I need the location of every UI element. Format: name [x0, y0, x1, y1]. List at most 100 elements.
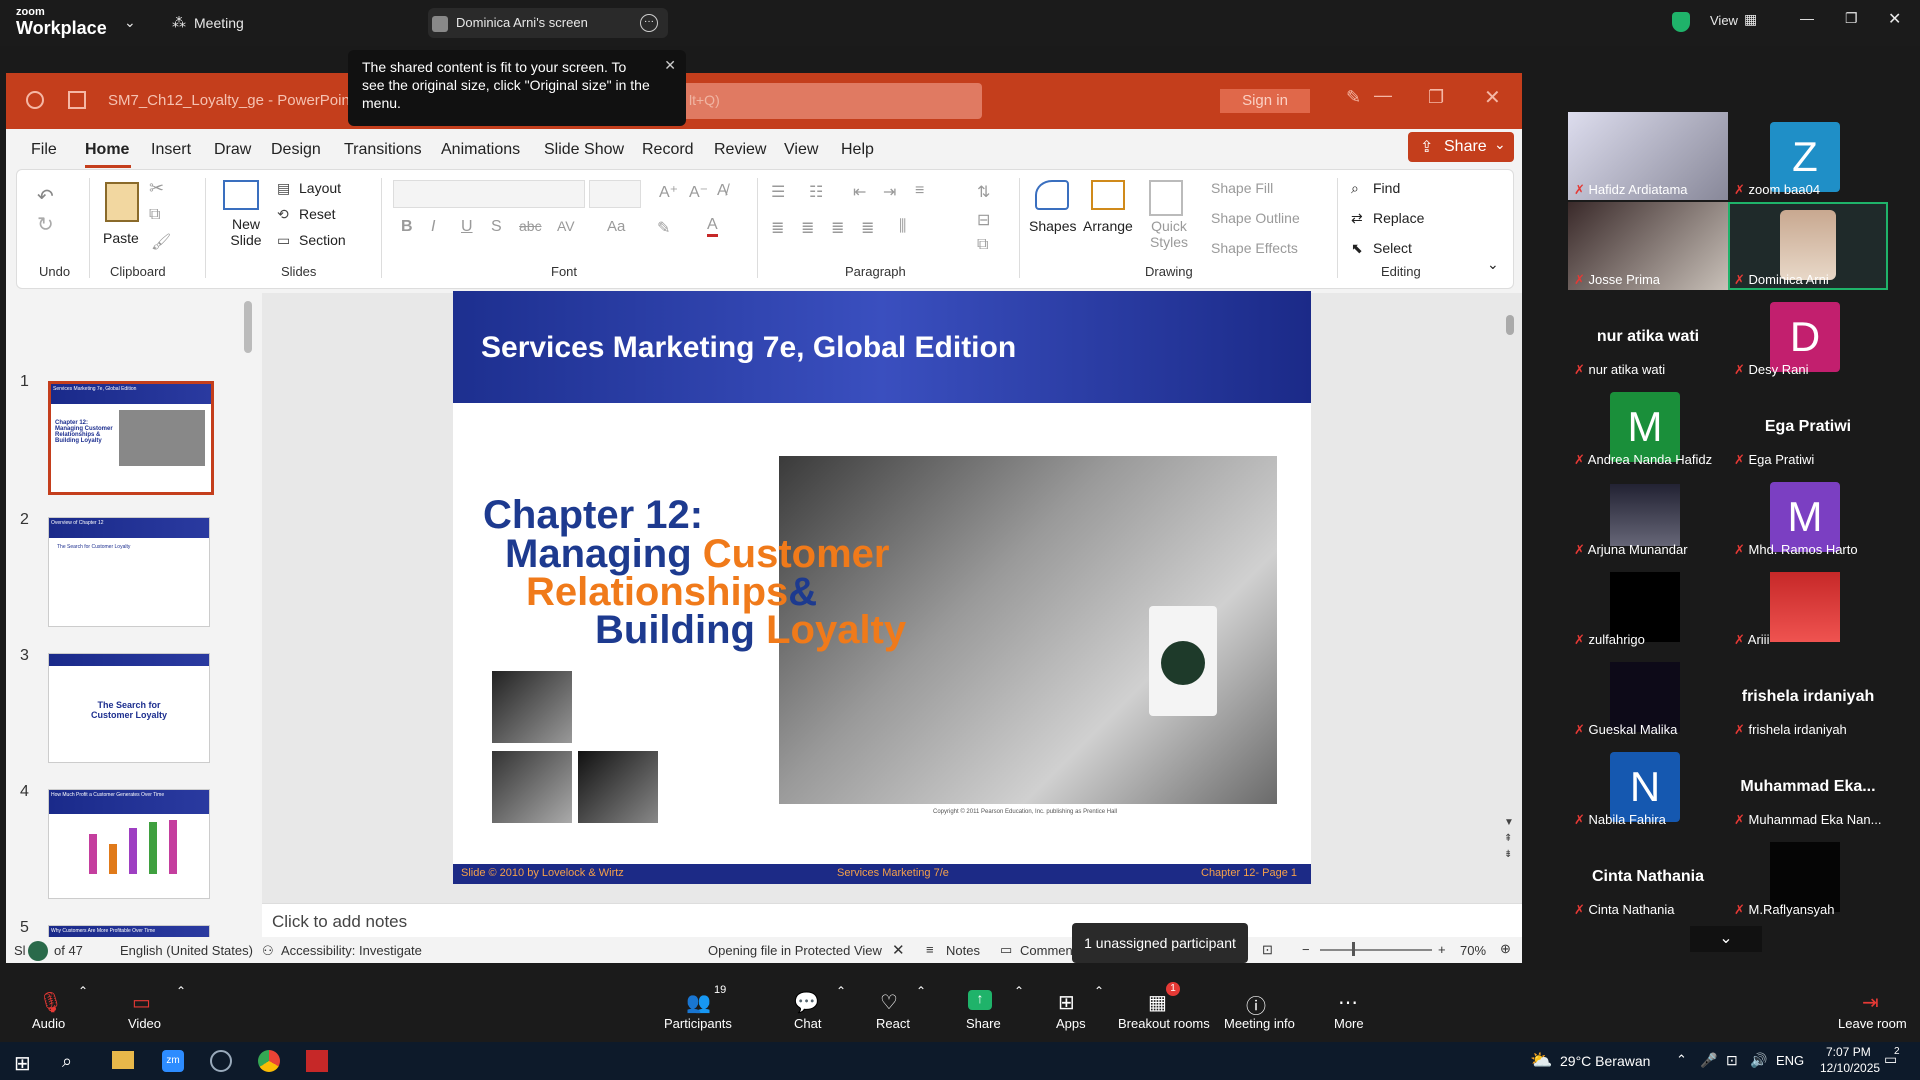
- format-painter-icon[interactable]: 🖌: [151, 232, 171, 252]
- tab-help[interactable]: Help: [841, 141, 874, 159]
- italic-icon[interactable]: I: [431, 218, 435, 236]
- zoom-slider-thumb[interactable]: [1352, 942, 1355, 956]
- clock-date[interactable]: 12/10/2025: [1820, 1061, 1880, 1075]
- reset-button[interactable]: Reset: [299, 206, 336, 222]
- maximize-icon[interactable]: ❐: [1845, 10, 1858, 27]
- tray-chevron-icon[interactable]: ⌃: [1676, 1052, 1687, 1068]
- audio-button[interactable]: Audio: [32, 1016, 65, 1031]
- tab-transitions[interactable]: Transitions: [344, 141, 422, 159]
- app-icon[interactable]: [210, 1050, 232, 1072]
- fit-slide-icon[interactable]: ⊕: [1500, 941, 1511, 957]
- bold-icon[interactable]: B: [401, 218, 413, 236]
- video-off-icon[interactable]: ▭: [132, 990, 151, 1015]
- breakout-rooms-icon[interactable]: ▦: [1148, 990, 1167, 1015]
- change-case-icon[interactable]: Aa: [607, 218, 625, 235]
- tab-insert[interactable]: Insert: [151, 141, 191, 159]
- restore-icon[interactable]: ❐: [1428, 87, 1444, 108]
- chrome-icon[interactable]: [258, 1050, 280, 1072]
- layout-button[interactable]: Layout: [299, 180, 341, 196]
- zoom-app-icon[interactable]: zm: [162, 1050, 184, 1072]
- shape-fill-button[interactable]: Shape Fill: [1211, 180, 1273, 196]
- tab-file[interactable]: File: [31, 141, 57, 159]
- text-direction-icon[interactable]: ⇅: [977, 182, 990, 202]
- new-slide-button[interactable]: New Slide: [221, 216, 271, 248]
- tab-review[interactable]: Review: [714, 141, 766, 159]
- char-spacing-icon[interactable]: AV: [557, 218, 575, 234]
- react-icon[interactable]: ♡: [880, 990, 898, 1015]
- close-icon[interactable]: ✕: [892, 941, 905, 959]
- tab-home[interactable]: Home: [85, 141, 129, 159]
- notes-button[interactable]: Notes: [946, 943, 980, 958]
- apps-button[interactable]: Apps: [1056, 1016, 1086, 1031]
- decrease-indent-icon[interactable]: ⇤: [853, 182, 866, 202]
- quick-styles-button[interactable]: Quick Styles: [1145, 218, 1193, 250]
- video-button[interactable]: Video: [128, 1016, 161, 1031]
- new-slide-icon[interactable]: [223, 180, 259, 210]
- clock-time[interactable]: 7:07 PM: [1826, 1045, 1871, 1059]
- shapes-button[interactable]: Shapes: [1029, 218, 1076, 234]
- notes-pane[interactable]: Click to add notes: [262, 903, 1522, 938]
- shadow-icon[interactable]: S: [491, 218, 502, 236]
- paste-button[interactable]: Paste: [103, 230, 139, 246]
- slide-scrollbar[interactable]: [1506, 315, 1514, 335]
- align-right-icon[interactable]: ≣: [831, 218, 844, 238]
- shrink-font-icon[interactable]: A⁻: [689, 182, 708, 202]
- unassigned-participant-popup[interactable]: 1 unassigned participant: [1072, 923, 1248, 963]
- pen-icon[interactable]: [28, 941, 48, 961]
- acrobat-icon[interactable]: [306, 1050, 328, 1072]
- close-icon[interactable]: ✕: [664, 56, 676, 74]
- minimize-icon[interactable]: —: [1800, 10, 1814, 26]
- undo-icon[interactable]: ↶: [37, 184, 54, 209]
- tab-slide-show[interactable]: Slide Show: [544, 141, 624, 159]
- share-button[interactable]: ⇪ Share ⌄: [1408, 132, 1514, 162]
- shapes-icon[interactable]: [1035, 180, 1069, 210]
- meeting-tab[interactable]: Meeting: [194, 15, 244, 31]
- muted-mic-icon[interactable]: 🎙: [38, 990, 63, 1015]
- breakout-rooms-button[interactable]: Breakout rooms: [1118, 1016, 1210, 1031]
- align-left-icon[interactable]: ≣: [771, 218, 784, 238]
- zoom-percent[interactable]: 70%: [1460, 943, 1486, 958]
- shape-outline-button[interactable]: Shape Outline: [1211, 210, 1300, 226]
- align-text-icon[interactable]: ⊟: [977, 210, 990, 230]
- more-button[interactable]: More: [1334, 1016, 1364, 1031]
- apps-icon[interactable]: ⊞: [1058, 990, 1075, 1015]
- collapse-ribbon-icon[interactable]: ⌄: [1487, 256, 1499, 273]
- grid-view-icon[interactable]: ▦: [1744, 11, 1757, 28]
- copy-icon[interactable]: ⧉: [149, 206, 160, 224]
- chevron-down-icon[interactable]: ⌄: [1690, 926, 1762, 952]
- weather-text[interactable]: 29°C Berawan: [1560, 1053, 1650, 1069]
- increase-indent-icon[interactable]: ⇥: [883, 182, 896, 202]
- close-icon[interactable]: ✕: [1484, 85, 1501, 110]
- chevron-up-icon[interactable]: ⌃: [1094, 984, 1104, 998]
- meeting-info-button[interactable]: Meeting info: [1224, 1016, 1295, 1031]
- chevron-up-icon[interactable]: ⌃: [836, 984, 846, 998]
- find-button[interactable]: Find: [1373, 180, 1400, 196]
- share-screen-icon[interactable]: ↑: [968, 990, 992, 1010]
- search-icon[interactable]: ⌕: [62, 1051, 72, 1072]
- chevron-up-icon[interactable]: ⌃: [916, 984, 926, 998]
- signin-button[interactable]: Sign in: [1220, 89, 1310, 113]
- participants-button[interactable]: Participants: [664, 1016, 732, 1031]
- grow-font-icon[interactable]: A⁺: [659, 182, 678, 202]
- arrange-icon[interactable]: [1091, 180, 1125, 210]
- minimize-icon[interactable]: —: [1374, 85, 1392, 106]
- file-explorer-icon[interactable]: [112, 1051, 134, 1069]
- smartart-icon[interactable]: ⧉: [977, 236, 988, 254]
- chat-icon[interactable]: 💬: [794, 990, 819, 1015]
- chevron-up-icon[interactable]: ⌃: [176, 984, 186, 998]
- mic-icon[interactable]: 🎤: [1700, 1052, 1717, 1069]
- share-screen-button[interactable]: Share: [966, 1016, 1001, 1031]
- quick-styles-icon[interactable]: [1149, 180, 1183, 216]
- justify-icon[interactable]: ≣: [861, 218, 874, 238]
- font-size-select[interactable]: [589, 180, 641, 208]
- tab-design[interactable]: Design: [271, 141, 321, 159]
- thumbnails-scrollbar[interactable]: [244, 301, 252, 353]
- save-icon[interactable]: [68, 91, 86, 109]
- numbering-icon[interactable]: ☷: [809, 182, 823, 202]
- language-status[interactable]: English (United States): [120, 943, 253, 958]
- chat-button[interactable]: Chat: [794, 1016, 821, 1031]
- participant-video-tile[interactable]: [1610, 484, 1680, 546]
- thumbnail-slide-4[interactable]: How Much Profit a Customer Generates Ove…: [48, 789, 210, 899]
- thumbnail-slide-1[interactable]: Services Marketing 7e, Global Edition Ch…: [48, 381, 214, 495]
- clear-format-icon[interactable]: A̸: [717, 182, 728, 200]
